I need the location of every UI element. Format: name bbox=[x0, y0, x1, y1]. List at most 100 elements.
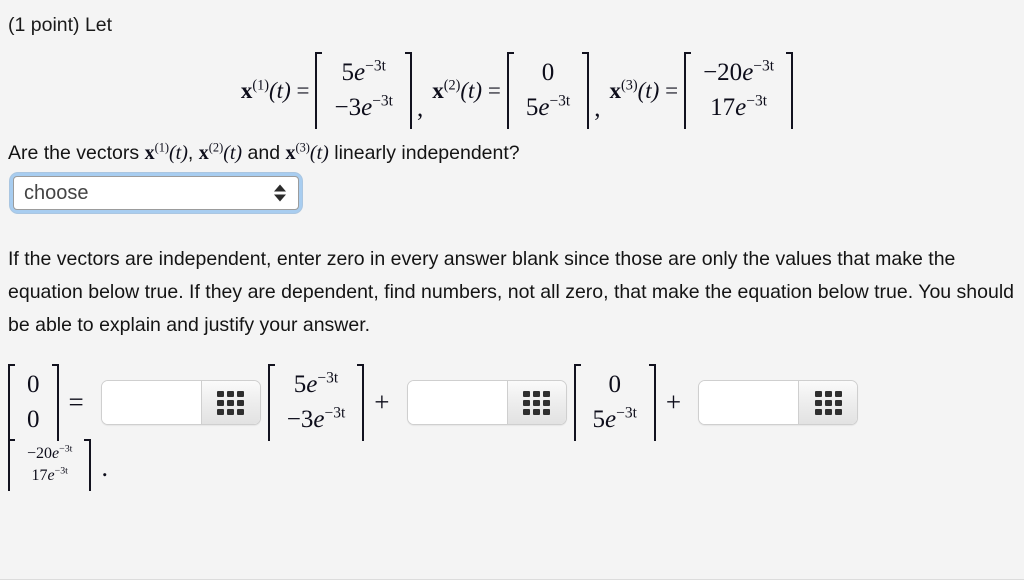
question-vector-3-argument: (t) bbox=[309, 142, 329, 164]
question-text-before: Are the vectors bbox=[8, 142, 145, 164]
answer-vector-3-row-2-base: e bbox=[47, 467, 55, 485]
bracket-right-icon bbox=[403, 52, 412, 129]
vector-1-argument: (t) bbox=[269, 77, 291, 103]
vector-3-row-2-base: e bbox=[735, 93, 747, 121]
definitions-separator-1: , bbox=[417, 95, 424, 122]
answer-vector-2-row-2-exp: −3t bbox=[616, 404, 637, 422]
answer-blank-2[interactable] bbox=[406, 380, 567, 425]
vector-1-row-2: −3e−3t bbox=[334, 91, 393, 126]
bracket-right-icon bbox=[580, 52, 590, 129]
question-vector-2-name: x bbox=[198, 142, 209, 164]
bracket-left-icon bbox=[315, 52, 324, 129]
answer-vector-3-row-2-exp: −3t bbox=[54, 465, 68, 477]
answer-equation-period: . bbox=[101, 453, 108, 483]
bracket-left-icon bbox=[8, 364, 17, 441]
vector-1-row-1-coef: 5 bbox=[341, 59, 355, 86]
question-vector-1: x(1)(t) bbox=[144, 140, 188, 164]
question-vector-3-superscript: (3) bbox=[295, 140, 310, 155]
vector-2-row-2-base: e bbox=[538, 93, 550, 121]
vector-1-superscript: (1) bbox=[252, 76, 270, 93]
question-vector-2-superscript: (2) bbox=[208, 140, 224, 155]
answer-vector-1-row-2-base: e bbox=[313, 405, 325, 433]
vector-2-row-2-exp: −3t bbox=[549, 92, 571, 110]
vector-2-row-2-coef: 5 bbox=[525, 93, 539, 121]
answer-vector-3-row-1-coef: −20 bbox=[27, 445, 53, 462]
answer-vector-1-matrix: 5e−3t −3e−3t bbox=[267, 364, 365, 441]
vector-3-name: x bbox=[609, 77, 622, 103]
bracket-right-icon bbox=[82, 439, 92, 492]
keypad-grid-icon bbox=[523, 390, 550, 415]
answer-vector-2-rows: 0 5e−3t bbox=[583, 364, 647, 441]
answer-vector-3-row-1: −20e−3t bbox=[27, 443, 72, 465]
question-vector-3: x(3)(t) bbox=[285, 140, 329, 164]
keypad-button-1[interactable] bbox=[200, 381, 260, 424]
answer-vector-1-row-2-exp: −3t bbox=[324, 404, 346, 422]
vector-2-row-2: 5e−3t bbox=[526, 91, 570, 126]
instructions-paragraph: If the vectors are independent, enter ze… bbox=[8, 248, 1015, 336]
answer-blank-3[interactable] bbox=[698, 380, 859, 425]
question-vector-3-name: x bbox=[285, 142, 296, 164]
keypad-button-2[interactable] bbox=[506, 381, 566, 424]
answer-vector-2-row-2-base: e bbox=[605, 405, 617, 433]
vector-2-matrix: 0 5e−3t bbox=[506, 52, 590, 129]
vector-1-row-2-coef: −3 bbox=[334, 93, 362, 121]
question-separator-1: , bbox=[187, 142, 199, 164]
question-vector-1-superscript: (1) bbox=[154, 140, 170, 155]
question-vector-1-name: x bbox=[144, 142, 155, 164]
question-vector-2-argument: (t) bbox=[223, 142, 243, 164]
vector-2-name: x bbox=[432, 77, 444, 103]
vector-3-row-2-coef: 17 bbox=[710, 93, 736, 121]
answer-lhs-row-2: 0 bbox=[27, 405, 40, 433]
answer-vector-2-row-1-coef: 0 bbox=[608, 371, 621, 398]
vector-1-row-1-exp: −3t bbox=[365, 57, 386, 75]
vector-2-row-1: 0 bbox=[526, 56, 570, 91]
bracket-right-icon bbox=[784, 52, 794, 129]
answer-vector-1-rows: 5e−3t −3e−3t bbox=[277, 364, 356, 441]
bracket-left-icon bbox=[573, 364, 583, 441]
vector-1-rows: 5e−3t −3e−3t bbox=[324, 52, 403, 129]
question-line: Are the vectors x(1)(t), x(2)(t) and x(3… bbox=[8, 139, 1016, 167]
question-text-after: linearly independent? bbox=[328, 142, 520, 164]
points-label: (1 point) Let bbox=[8, 14, 113, 36]
vector-2-label: x(2)(t) = bbox=[432, 78, 507, 104]
answer-input-3[interactable] bbox=[699, 381, 799, 424]
answer-vector-1-row-2-coef: −3 bbox=[286, 405, 314, 433]
vector-3-superscript: (3) bbox=[621, 76, 638, 93]
vector-definition-2: x(2)(t) = 0 5e−3t bbox=[432, 52, 590, 129]
answer-vector-3-row-2-coef: 17 bbox=[31, 467, 48, 485]
vector-1-name: x bbox=[240, 77, 253, 103]
answer-vector-1-row-1-exp: −3t bbox=[317, 369, 339, 387]
answer-blank-1[interactable] bbox=[100, 380, 261, 425]
answer-vector-1-row-1-coef: 5 bbox=[293, 371, 307, 398]
answer-lhs-row-1: 0 bbox=[27, 371, 40, 398]
answer-vector-3-matrix: −20e−3t 17e−3t bbox=[8, 439, 92, 492]
vector-3-row-1-base: e bbox=[742, 59, 754, 86]
vector-2-superscript: (2) bbox=[443, 76, 461, 93]
answer-vector-3-row-2: 17e−3t bbox=[27, 465, 72, 487]
answer-input-2[interactable] bbox=[407, 381, 507, 424]
vector-1-label: x(1)(t) = bbox=[241, 78, 316, 104]
vector-1-matrix: 5e−3t −3e−3t bbox=[315, 52, 412, 129]
chevron-up-icon bbox=[274, 184, 286, 192]
keypad-button-3[interactable] bbox=[798, 381, 858, 424]
answer-vector-2-row-2: 5e−3t bbox=[593, 403, 637, 438]
exercise-page: (1 point) Let x(1)(t) = 5e−3t −3e−3t , x… bbox=[0, 0, 1024, 492]
bracket-left-icon bbox=[267, 364, 277, 441]
chevron-updown-icon[interactable] bbox=[274, 184, 286, 202]
independence-select[interactable]: choose bbox=[13, 176, 299, 210]
answer-input-1[interactable] bbox=[101, 381, 201, 424]
answer-lhs-matrix: 0 0 bbox=[8, 364, 59, 441]
bracket-right-icon bbox=[50, 364, 59, 441]
question-separator-2: and bbox=[242, 142, 286, 164]
answer-vector-2-matrix: 0 5e−3t bbox=[573, 364, 656, 441]
vector-2-argument: (t) bbox=[460, 77, 483, 103]
answer-equation-row: 0 0 = 5e−3t −3e−3t + 0 5e−3t + bbox=[8, 364, 1016, 441]
question-vector-2: x(2)(t) bbox=[198, 140, 243, 164]
vector-3-label: x(3)(t) = bbox=[610, 78, 685, 104]
independence-select-value: choose bbox=[24, 181, 89, 204]
vector-3-matrix: −20e−3t 17e−3t bbox=[684, 52, 794, 129]
vector-1-row-1: 5e−3t bbox=[334, 56, 393, 91]
vector-1-row-2-exp: −3t bbox=[372, 92, 393, 110]
vector-3-row-2: 17e−3t bbox=[703, 91, 774, 126]
question-vector-1-argument: (t) bbox=[169, 142, 188, 164]
